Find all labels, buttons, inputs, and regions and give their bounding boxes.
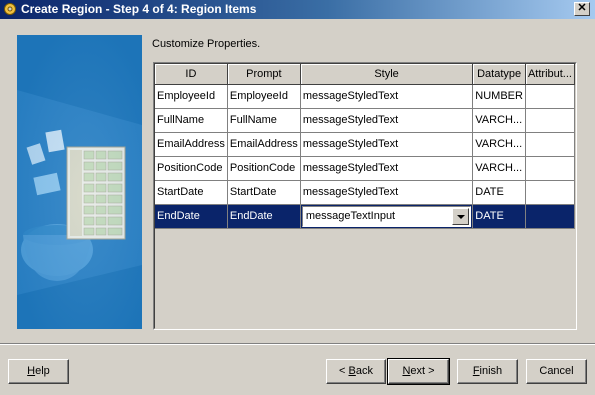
back-button[interactable]: < Back <box>326 359 386 384</box>
cell-datatype[interactable]: DATE <box>472 180 526 205</box>
cell-prompt[interactable]: EmployeeId <box>227 84 301 109</box>
cell-prompt[interactable]: EmailAddress <box>227 132 301 157</box>
cell-style[interactable]: messageStyledText <box>300 84 474 109</box>
cell-prompt[interactable]: FullName <box>227 108 301 133</box>
next-button[interactable]: Next > <box>387 358 450 385</box>
cell-attribute[interactable] <box>525 132 576 157</box>
cell-id[interactable]: EndDate <box>155 204 228 229</box>
column-header-attribute[interactable]: Attribut... <box>525 64 576 85</box>
cell-id[interactable]: FullName <box>155 108 228 133</box>
table-row[interactable]: PositionCode PositionCode messageStyledT… <box>155 156 576 181</box>
style-dropdown-value: messageTextInput <box>305 209 396 222</box>
cell-attribute[interactable] <box>525 180 576 205</box>
table-row[interactable]: StartDate StartDate messageStyledText DA… <box>155 180 576 205</box>
section-label: Customize Properties. <box>152 38 261 50</box>
help-mnemonic: H <box>27 365 36 377</box>
table-row[interactable]: EmailAddress EmailAddress messageStyledT… <box>155 132 576 157</box>
cell-id[interactable]: PositionCode <box>155 156 228 181</box>
cell-prompt[interactable]: PositionCode <box>227 156 301 181</box>
cell-attribute[interactable] <box>525 108 576 133</box>
style-dropdown[interactable]: messageTextInput <box>301 205 472 227</box>
cell-prompt[interactable]: EndDate <box>227 204 301 229</box>
column-header-datatype[interactable]: Datatype <box>472 64 526 85</box>
cell-style[interactable]: messageStyledText <box>300 156 474 181</box>
cell-datatype[interactable]: VARCH... <box>472 108 526 133</box>
cell-style[interactable]: messageTextInput <box>300 204 474 229</box>
cell-datatype[interactable]: NUMBER <box>472 84 526 109</box>
cell-style[interactable]: messageStyledText <box>300 180 474 205</box>
column-header-style[interactable]: Style <box>300 64 474 85</box>
cell-attribute[interactable] <box>525 156 576 181</box>
wizard-illustration <box>17 35 142 329</box>
window-title: Create Region - Step 4 of 4: Region Item… <box>21 2 257 16</box>
cell-attribute[interactable] <box>525 84 576 109</box>
cell-datatype[interactable]: VARCH... <box>472 156 526 181</box>
column-header-prompt[interactable]: Prompt <box>227 64 301 85</box>
cell-prompt[interactable]: StartDate <box>227 180 301 205</box>
properties-grid: ID Prompt Style Datatype Attribut... Emp… <box>155 64 576 229</box>
footer-separator <box>0 343 595 345</box>
finish-button[interactable]: Finish <box>457 359 518 384</box>
title-bar: Create Region - Step 4 of 4: Region Item… <box>0 0 595 19</box>
cell-datatype[interactable]: VARCH... <box>472 132 526 157</box>
cell-id[interactable]: EmailAddress <box>155 132 228 157</box>
cell-attribute[interactable] <box>525 204 576 229</box>
column-header-id[interactable]: ID <box>155 64 228 85</box>
cancel-button[interactable]: Cancel <box>526 359 587 384</box>
table-header-row: ID Prompt Style Datatype Attribut... <box>155 64 576 85</box>
cell-datatype[interactable]: DATE <box>472 204 526 229</box>
close-button[interactable]: ✕ <box>574 2 590 16</box>
close-icon: ✕ <box>577 2 587 14</box>
dropdown-button[interactable] <box>452 207 470 225</box>
cell-style[interactable]: messageStyledText <box>300 132 474 157</box>
finish-mnemonic: F <box>472 365 480 377</box>
cell-id[interactable]: StartDate <box>155 180 228 205</box>
back-mnemonic: B <box>348 365 356 377</box>
help-button[interactable]: Help <box>8 359 69 384</box>
cell-id[interactable]: EmployeeId <box>155 84 228 109</box>
cell-style[interactable]: messageStyledText <box>300 108 474 133</box>
gear-icon <box>4 3 16 15</box>
table-row[interactable]: EmployeeId EmployeeId messageStyledText … <box>155 84 576 109</box>
table-row[interactable]: FullName FullName messageStyledText VARC… <box>155 108 576 133</box>
region-items-table: ID Prompt Style Datatype Attribut... Emp… <box>153 62 577 330</box>
table-row-selected[interactable]: EndDate EndDate messageTextInput DATE <box>155 204 576 229</box>
chevron-down-icon <box>457 214 466 219</box>
